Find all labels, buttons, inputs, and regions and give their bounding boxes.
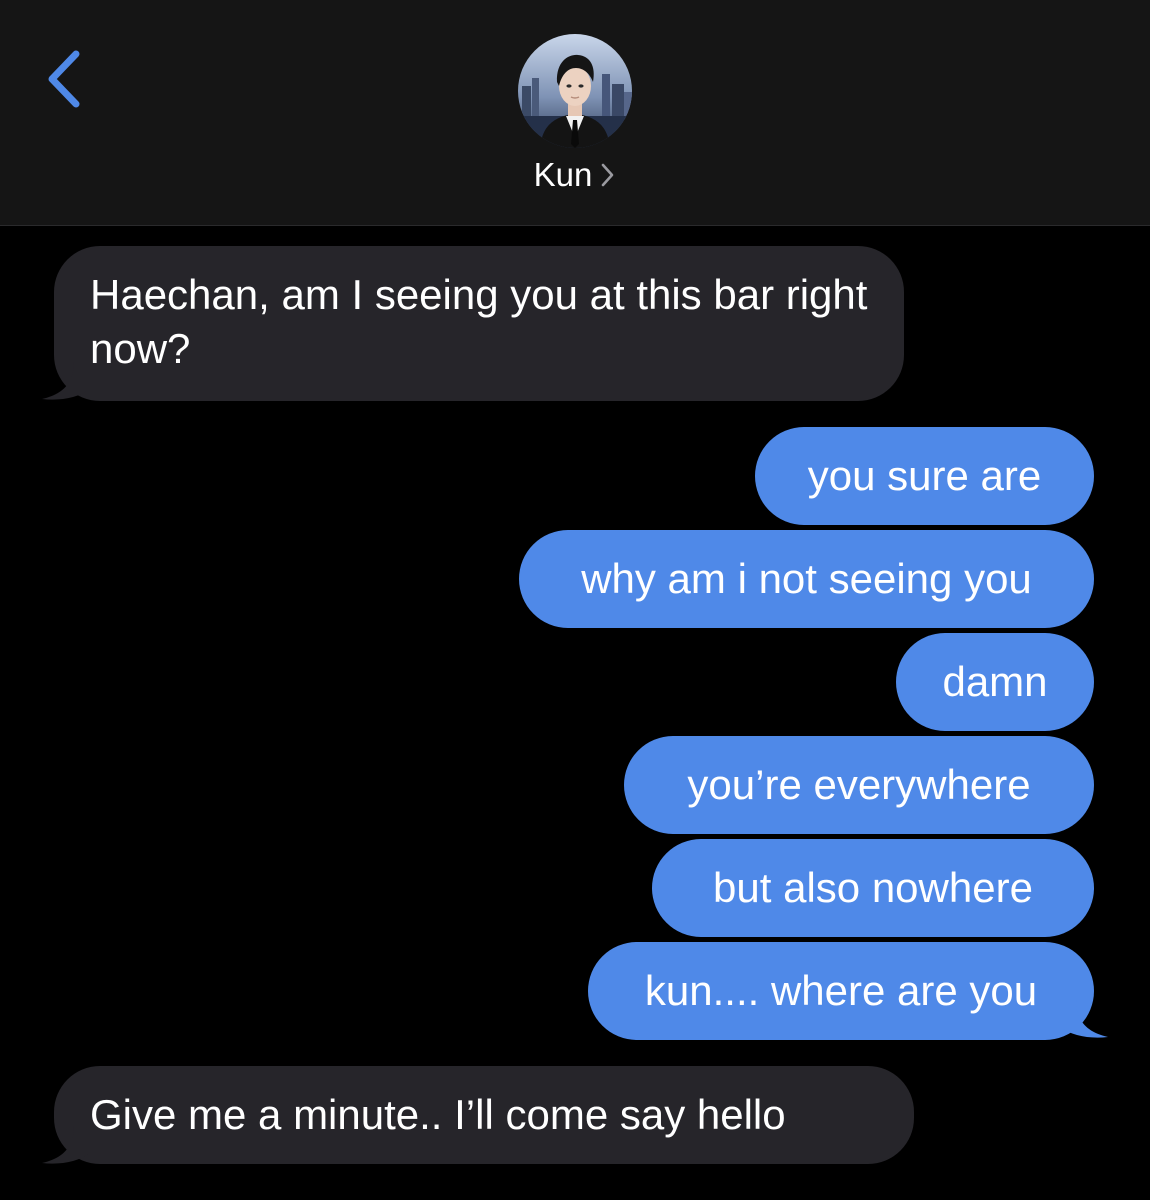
- message-bubble-incoming[interactable]: Haechan, am I seeing you at this bar rig…: [54, 246, 904, 401]
- message-text: Give me a minute.. I’ll come say hello: [90, 1091, 786, 1138]
- message-bubble-outgoing[interactable]: you sure are: [755, 427, 1094, 525]
- back-button[interactable]: [40, 44, 90, 114]
- message-text: kun.... where are you: [644, 967, 1038, 1014]
- contact-name: Kun: [533, 156, 593, 193]
- bubble-tail-incoming: [42, 362, 90, 400]
- message-text: but also nowhere: [713, 864, 1033, 911]
- message-bubble-outgoing[interactable]: you’re everywhere: [624, 736, 1094, 834]
- chevron-right-icon: [602, 163, 614, 187]
- message-bubble-incoming[interactable]: Give me a minute.. I’ll come say hello: [54, 1066, 914, 1164]
- message-bubble-outgoing[interactable]: but also nowhere: [652, 839, 1094, 937]
- avatar-photo: [518, 34, 632, 148]
- message-text: Haechan, am I seeing you at this bar rig…: [90, 271, 868, 372]
- message-text: you sure are: [807, 452, 1042, 499]
- message-text: you’re everywhere: [687, 761, 1031, 808]
- chevron-left-icon: [48, 50, 80, 108]
- bubble-tail-incoming: [42, 1126, 90, 1164]
- contact-name-button[interactable]: Kun: [0, 152, 1150, 198]
- bubble-tail-outgoing: [1060, 1000, 1108, 1038]
- message-bubble-outgoing[interactable]: kun.... where are you: [588, 942, 1094, 1040]
- message-bubble-outgoing[interactable]: why am i not seeing you: [519, 530, 1094, 628]
- message-text: why am i not seeing you: [581, 555, 1032, 602]
- contact-avatar[interactable]: [518, 34, 632, 148]
- message-bubble-outgoing[interactable]: damn: [896, 633, 1094, 731]
- message-text: damn: [942, 658, 1048, 705]
- conversation-header: Kun: [0, 0, 1150, 226]
